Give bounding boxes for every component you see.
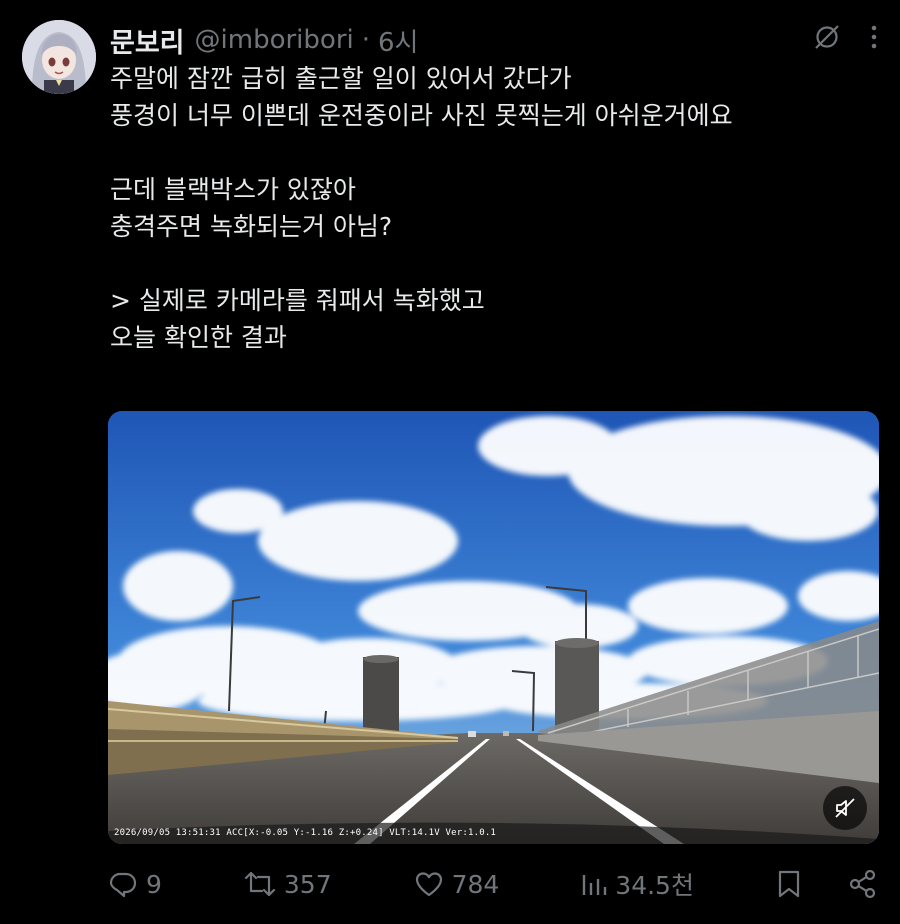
grok-icon[interactable]	[812, 22, 842, 52]
repost-icon	[244, 871, 275, 897]
mute-icon	[835, 798, 855, 818]
like-icon	[415, 872, 442, 897]
tweet-header: 문보리 @imboribori · 6시	[110, 21, 418, 60]
video-frame	[108, 411, 879, 844]
user-handle[interactable]: @imboribori	[195, 25, 354, 55]
display-name[interactable]: 문보리	[110, 21, 185, 60]
tweet-line: 충격주면 녹화되는거 아님?	[110, 212, 393, 241]
mute-button[interactable]	[823, 786, 867, 830]
bookmark-button[interactable]	[776, 869, 802, 899]
tweet-line: 근데 블랙박스가 있잖아	[110, 175, 356, 204]
top-icons	[812, 22, 878, 52]
like-count: 784	[451, 869, 500, 899]
avatar-image	[22, 20, 96, 94]
share-button[interactable]	[848, 869, 878, 899]
action-group-right	[776, 869, 878, 899]
tweet: 문보리 @imboribori · 6시 주말에 잠깐 급히 출근할 일이 있어…	[0, 0, 900, 924]
action-bar: 9 357 784 34.5천	[108, 862, 878, 906]
tweet-video[interactable]: 2026/09/05 13:51:31 ACC[X:-0.05 Y:-1.16 …	[108, 411, 879, 844]
bookmark-icon	[778, 870, 800, 898]
tweet-body: 주말에 잠깐 급히 출근할 일이 있어서 갔다가 풍경이 너무 이쁜데 운전중이…	[110, 60, 880, 356]
views-icon	[583, 875, 607, 895]
reply-count: 9	[146, 869, 162, 899]
more-icon[interactable]	[870, 24, 878, 50]
share-icon	[849, 869, 876, 899]
repost-count: 357	[283, 869, 332, 899]
timestamp[interactable]: 6시	[378, 22, 418, 59]
views-button[interactable]: 34.5천	[581, 866, 694, 902]
tweet-line: 오늘 확인한 결과	[110, 323, 287, 352]
tweet-line: 풍경이 너무 이쁜데 운전중이라 사진 못찍는게 아쉬운거에요	[110, 101, 733, 130]
reply-button[interactable]: 9	[108, 869, 162, 899]
repost-button[interactable]: 357	[244, 869, 332, 899]
avatar[interactable]	[22, 20, 96, 94]
view-count: 34.5천	[615, 871, 694, 900]
dashcam-overlay: 2026/09/05 13:51:31 ACC[X:-0.05 Y:-1.16 …	[114, 828, 497, 838]
tweet-line: > 실제로 카메라를 줘패서 녹화했고	[110, 286, 485, 315]
like-button[interactable]: 784	[414, 869, 500, 899]
separator-dot: ·	[361, 25, 370, 55]
reply-icon	[109, 872, 137, 898]
tweet-line: 주말에 잠깐 급히 출근할 일이 있어서 갔다가	[110, 64, 572, 93]
